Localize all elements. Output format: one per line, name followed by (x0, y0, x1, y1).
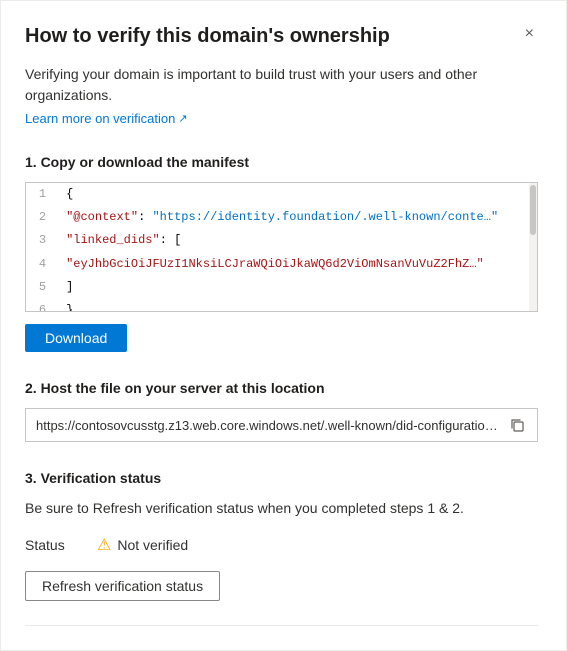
code-line-row: 4 "eyJhbGciOiJFUzI1NksiLCJraWQiOiJkaWQ6d… (26, 253, 537, 276)
line-number: 4 (26, 253, 58, 276)
code-container: 1{2 "@context": "https://identity.founda… (25, 182, 538, 312)
modal-container: How to verify this domain's ownership × … (0, 0, 567, 651)
url-text: https://contosovcusstg.z13.web.core.wind… (36, 418, 499, 433)
line-content: "eyJhbGciOiJFUzI1NksiLCJraWQiOiJkaWQ6d2V… (58, 253, 537, 276)
line-number: 3 (26, 229, 58, 252)
step1-title: 1. Copy or download the manifest (25, 154, 538, 170)
line-content: } (58, 299, 537, 311)
line-number: 6 (26, 299, 58, 311)
line-content: "linked_dids": [ (58, 229, 537, 252)
line-content: "@context": "https://identity.foundation… (58, 206, 537, 229)
step1-section: 1. Copy or download the manifest 1{2 "@c… (25, 154, 538, 352)
line-number: 2 (26, 206, 58, 229)
learn-more-link[interactable]: Learn more on verification ↗ (25, 111, 188, 126)
step2-section: 2. Host the file on your server at this … (25, 380, 538, 442)
line-content: { (58, 183, 537, 206)
scrollbar-thumb (530, 185, 536, 235)
code-table: 1{2 "@context": "https://identity.founda… (26, 183, 537, 311)
code-line-row: 2 "@context": "https://identity.foundati… (26, 206, 537, 229)
copy-icon (509, 417, 525, 433)
status-label: Status (25, 537, 85, 553)
status-badge: ⚠ Not verified (97, 535, 188, 555)
code-line-row: 1{ (26, 183, 537, 206)
verification-description: Be sure to Refresh verification status w… (25, 498, 538, 519)
step3-section: 3. Verification status Be sure to Refres… (25, 470, 538, 601)
status-row: Status ⚠ Not verified (25, 535, 538, 555)
refresh-verification-button[interactable]: Refresh verification status (25, 571, 220, 601)
url-container: https://contosovcusstg.z13.web.core.wind… (25, 408, 538, 442)
code-line-row: 6} (26, 299, 537, 311)
modal-header: How to verify this domain's ownership × (25, 25, 538, 48)
step3-title: 3. Verification status (25, 470, 538, 486)
learn-more-text: Learn more on verification (25, 111, 175, 126)
external-link-icon: ↗ (178, 112, 187, 125)
line-number: 5 (26, 276, 58, 299)
intro-description: Verifying your domain is important to bu… (25, 64, 538, 106)
line-number: 1 (26, 183, 58, 206)
code-line-row: 3 "linked_dids": [ (26, 229, 537, 252)
copy-url-button[interactable] (507, 415, 527, 435)
step2-title: 2. Host the file on your server at this … (25, 380, 538, 396)
bottom-divider (25, 625, 538, 626)
warning-icon: ⚠ (97, 535, 111, 555)
download-button[interactable]: Download (25, 324, 127, 352)
modal-title: How to verify this domain's ownership (25, 25, 521, 48)
code-scroll[interactable]: 1{2 "@context": "https://identity.founda… (26, 183, 537, 311)
status-text: Not verified (117, 537, 188, 553)
code-line-row: 5 ] (26, 276, 537, 299)
scrollbar-track (529, 183, 537, 311)
line-content: ] (58, 276, 537, 299)
close-button[interactable]: × (521, 23, 538, 45)
